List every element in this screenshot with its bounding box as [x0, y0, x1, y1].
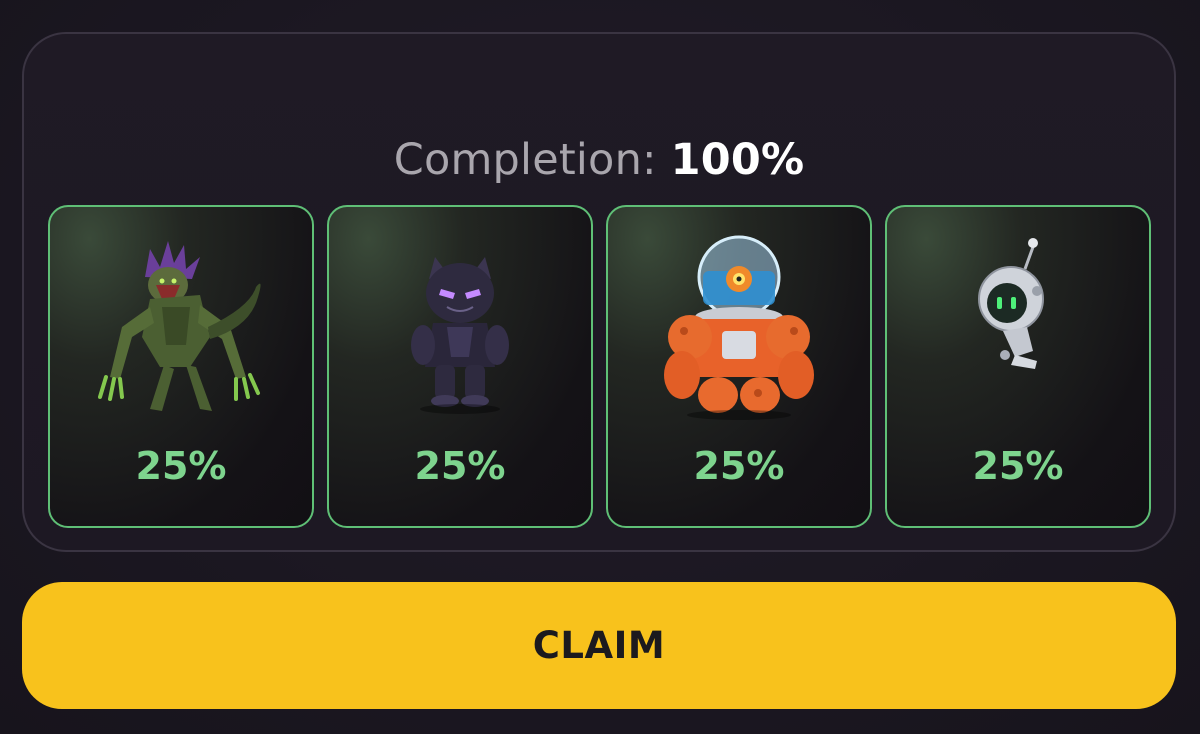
card-percent: 25%	[414, 444, 506, 488]
completion-value: 100%	[670, 135, 805, 185]
card-percent: 25%	[693, 444, 785, 488]
completion-status: Completion: 100%	[24, 134, 1174, 186]
character-card-bot[interactable]: 25%	[885, 205, 1151, 528]
beast-monster-icon	[98, 241, 261, 411]
card-percent: 25%	[972, 444, 1064, 488]
completion-label: Completion:	[393, 135, 657, 185]
floating-bot-icon	[978, 238, 1044, 369]
character-card-beast[interactable]: 25%	[48, 205, 314, 528]
diver-robot-icon	[664, 235, 814, 420]
character-card-panther[interactable]: 25%	[327, 205, 593, 528]
character-card-diver[interactable]: 25%	[606, 205, 872, 528]
card-percent: 25%	[135, 444, 227, 488]
claim-button[interactable]: CLAIM	[22, 582, 1176, 709]
panther-hero-icon	[411, 257, 509, 414]
page: Completion: 100% 25% 25% 25% 25% CLAIM	[0, 0, 1200, 734]
